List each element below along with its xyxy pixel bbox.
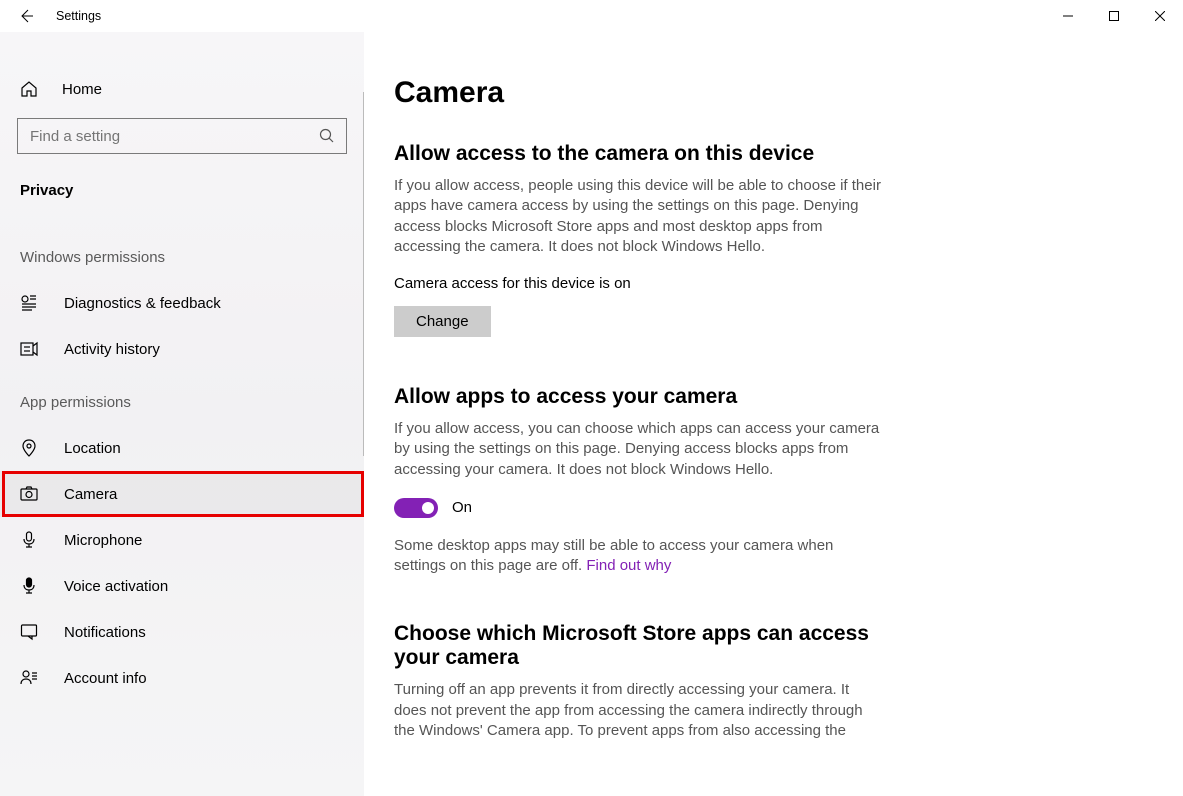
section3-heading: Choose which Microsoft Store apps can ac… xyxy=(394,622,883,670)
home-label: Home xyxy=(62,81,102,98)
history-icon xyxy=(20,340,38,358)
change-button[interactable]: Change xyxy=(394,306,491,337)
sidebar-item-activity-history[interactable]: Activity history xyxy=(0,326,364,372)
sidebar-item-diagnostics[interactable]: Diagnostics & feedback xyxy=(0,280,364,326)
section3-desc: Turning off an app prevents it from dire… xyxy=(394,680,883,741)
section2-desc: If you allow access, you can choose whic… xyxy=(394,419,883,480)
apps-access-toggle[interactable] xyxy=(394,498,438,518)
sidebar-item-label: Activity history xyxy=(64,341,160,358)
location-icon xyxy=(20,439,38,457)
search-input[interactable] xyxy=(17,118,347,154)
sidebar-item-label: Location xyxy=(64,440,121,457)
close-button[interactable] xyxy=(1137,0,1183,32)
sidebar: Home Privacy Windows permissions Diagnos… xyxy=(0,32,364,796)
feedback-icon xyxy=(20,294,38,312)
sidebar-item-label: Account info xyxy=(64,670,147,687)
sidebar-item-label: Diagnostics & feedback xyxy=(64,295,221,312)
back-button[interactable] xyxy=(18,8,34,24)
sidebar-item-label: Microphone xyxy=(64,532,142,549)
section2-note: Some desktop apps may still be able to a… xyxy=(394,536,883,577)
section1-heading: Allow access to the camera on this devic… xyxy=(394,142,883,166)
sidebar-item-label: Camera xyxy=(64,486,117,503)
highlight-box xyxy=(2,471,364,517)
account-icon xyxy=(20,669,38,687)
sidebar-item-label: Voice activation xyxy=(64,578,168,595)
microphone-icon xyxy=(20,531,38,549)
sidebar-item-location[interactable]: Location xyxy=(0,425,364,471)
titlebar: Settings xyxy=(0,0,1183,32)
sidebar-item-camera[interactable]: Camera xyxy=(0,471,364,517)
section1-desc: If you allow access, people using this d… xyxy=(394,176,883,257)
camera-icon xyxy=(20,485,38,503)
sidebar-scrollbar[interactable] xyxy=(363,92,365,456)
maximize-button[interactable] xyxy=(1091,0,1137,32)
device-access-status: Camera access for this device is on xyxy=(394,275,883,292)
sidebar-item-voice-activation[interactable]: Voice activation xyxy=(0,563,364,609)
group-app-permissions: App permissions xyxy=(0,372,364,425)
sidebar-item-label: Notifications xyxy=(64,624,146,641)
page-title: Camera xyxy=(394,76,883,110)
minimize-button[interactable] xyxy=(1045,0,1091,32)
sidebar-home[interactable]: Home xyxy=(0,72,364,118)
sidebar-item-notifications[interactable]: Notifications xyxy=(0,609,364,655)
main-content: Camera Allow access to the camera on thi… xyxy=(364,32,1183,796)
app-title: Settings xyxy=(56,9,101,23)
notifications-icon xyxy=(20,623,38,641)
sidebar-item-microphone[interactable]: Microphone xyxy=(0,517,364,563)
search-icon xyxy=(319,128,335,144)
section2-heading: Allow apps to access your camera xyxy=(394,385,883,409)
toggle-state-label: On xyxy=(452,499,472,516)
find-out-why-link[interactable]: Find out why xyxy=(586,557,671,574)
group-windows-permissions: Windows permissions xyxy=(0,227,364,280)
sidebar-item-account-info[interactable]: Account info xyxy=(0,655,364,701)
section-privacy: Privacy xyxy=(0,182,364,227)
home-icon xyxy=(20,80,38,98)
toggle-knob xyxy=(422,502,434,514)
voice-icon xyxy=(20,577,38,595)
